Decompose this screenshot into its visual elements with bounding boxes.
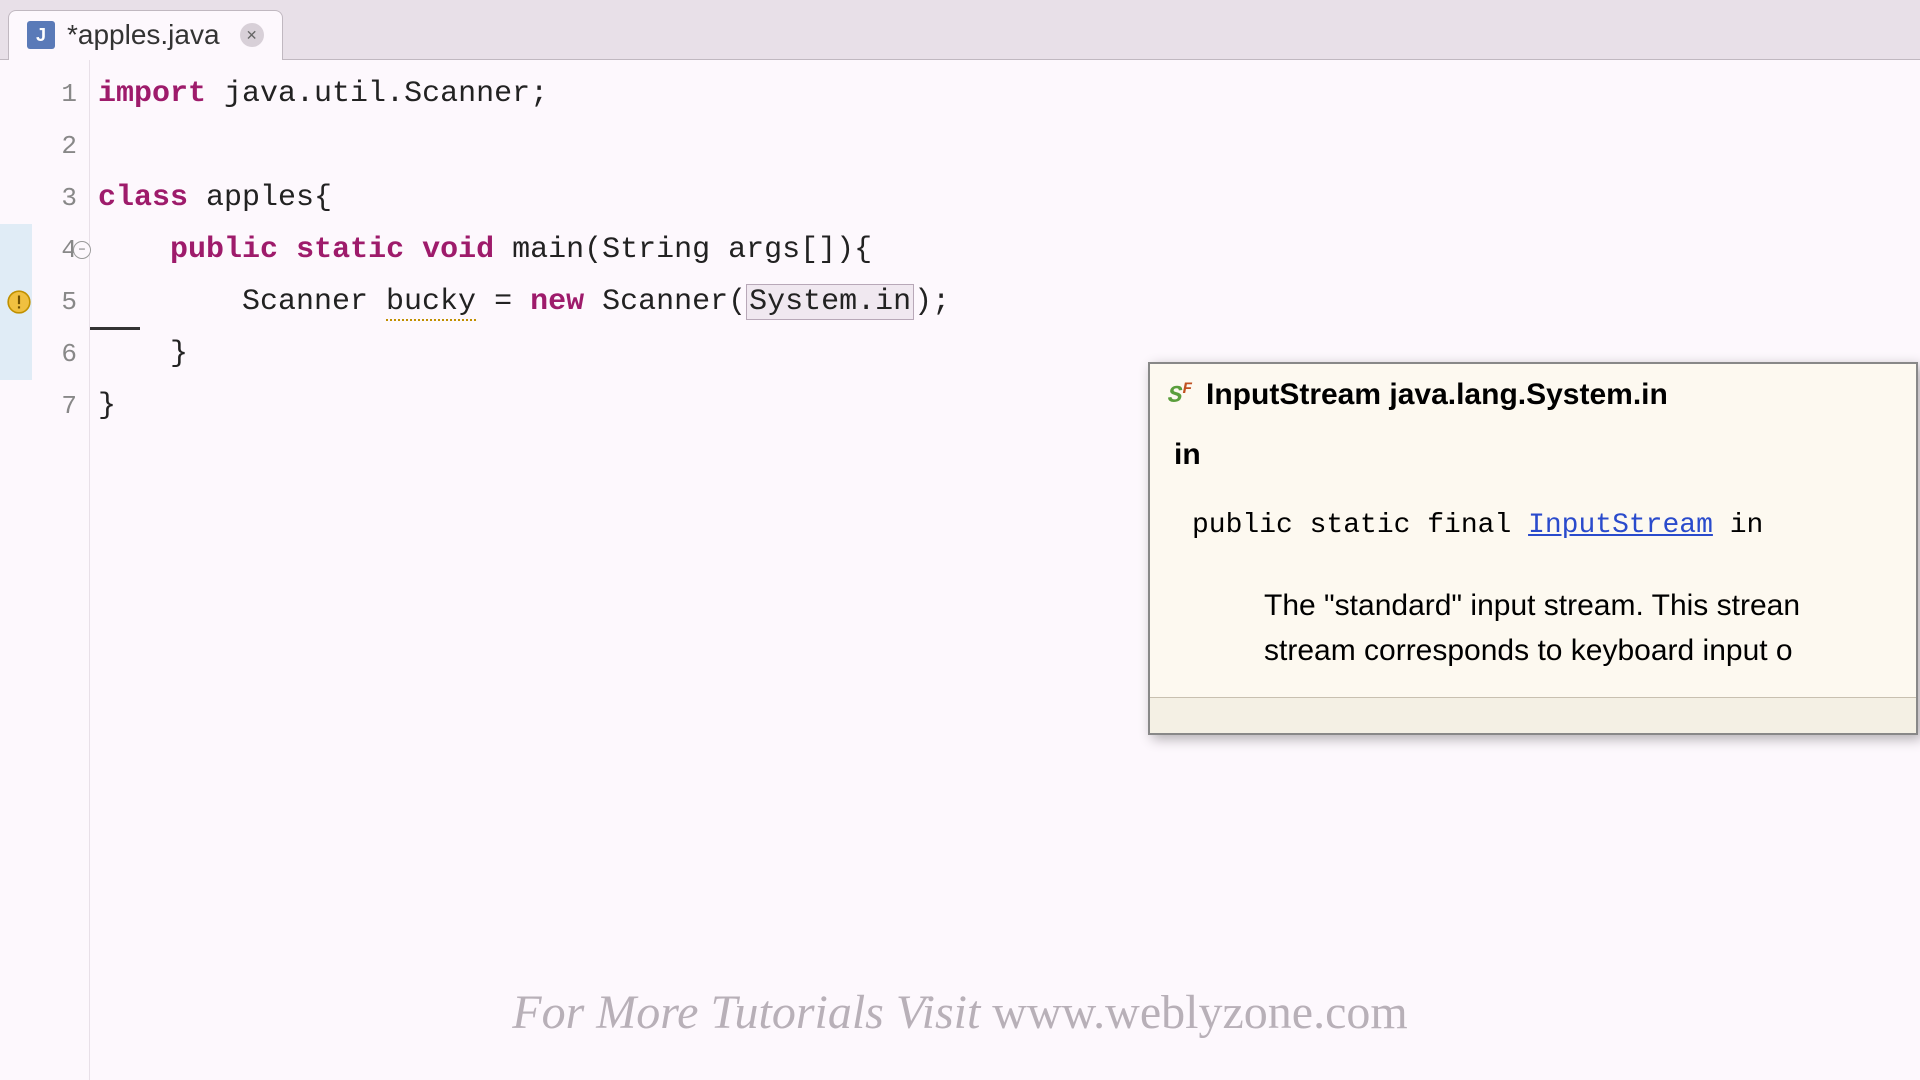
line-number: 4 − (0, 224, 89, 276)
javadoc-field-name: in (1174, 432, 1892, 477)
tab-bar: J *apples.java (0, 0, 1920, 60)
javadoc-hover-popup[interactable]: SF InputStream java.lang.System.in in pu… (1148, 362, 1918, 735)
static-field-icon: SF (1168, 380, 1192, 410)
line-number: 5 (0, 276, 89, 328)
javadoc-signature: public static final InputStream in (1174, 505, 1892, 547)
javadoc-footer (1150, 697, 1916, 733)
active-range-marker (0, 224, 32, 276)
active-range-marker (0, 328, 32, 380)
tab-label: *apples.java (67, 19, 220, 51)
line-number: 7 (0, 380, 89, 432)
java-file-icon: J (27, 21, 55, 49)
javadoc-title: InputStream java.lang.System.in (1206, 378, 1668, 412)
code-line-active[interactable]: Scanner bucky = new Scanner(System.in); (98, 276, 1920, 328)
code-line[interactable]: public static void main(String args[]){ (98, 224, 1920, 276)
editor-tab[interactable]: J *apples.java (8, 10, 283, 60)
line-number: 6 (0, 328, 89, 380)
hover-highlight: System.in (746, 284, 914, 320)
watermark-text: For More Tutorials Visit www.weblyzone.c… (512, 985, 1407, 1040)
code-line[interactable]: import java.util.Scanner; (98, 68, 1920, 120)
line-number: 3 (0, 172, 89, 224)
line-number: 1 (0, 68, 89, 120)
javadoc-body: in public static final InputStream in Th… (1150, 422, 1916, 697)
javadoc-description: The "standard" input stream. This strean… (1174, 583, 1892, 673)
fold-toggle-icon[interactable]: − (73, 241, 91, 259)
javadoc-header: SF InputStream java.lang.System.in (1150, 364, 1916, 422)
line-number: 2 (0, 120, 89, 172)
code-line[interactable]: class apples{ (98, 172, 1920, 224)
javadoc-type-link[interactable]: InputStream (1528, 510, 1713, 541)
warning-icon[interactable] (6, 289, 32, 315)
line-number-gutter: 1 2 3 4 − 5 6 7 (0, 60, 90, 1080)
close-icon[interactable] (240, 23, 264, 47)
code-line[interactable] (98, 120, 1920, 172)
